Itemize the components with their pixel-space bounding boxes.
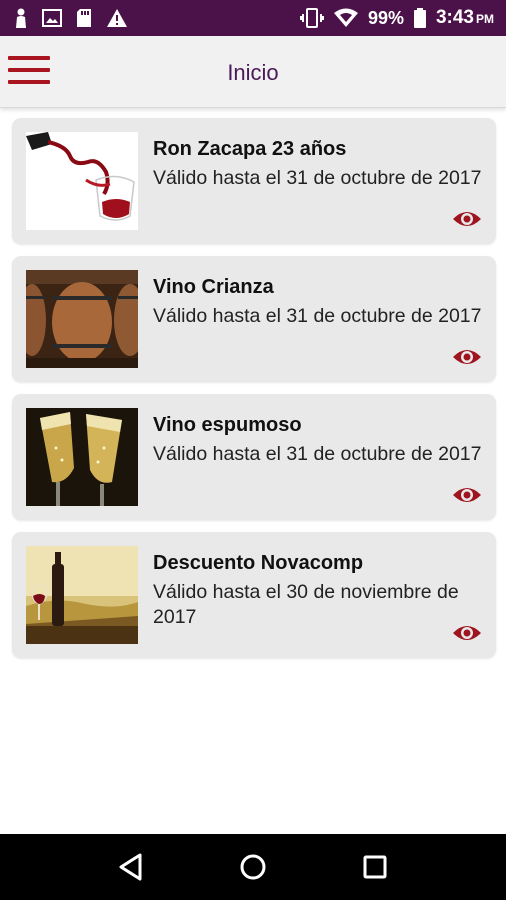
offer-thumbnail <box>26 408 138 506</box>
offer-card[interactable]: Vino Crianza Válido hasta el 31 de octub… <box>12 256 496 382</box>
app-bar: Inicio <box>0 36 506 108</box>
eye-icon[interactable] <box>452 622 482 644</box>
system-nav-bar <box>0 834 506 900</box>
notification-person-icon <box>14 8 28 28</box>
clock: 3:43 PM <box>435 7 494 28</box>
offer-card[interactable]: Vino espumoso Válido hasta el 31 de octu… <box>12 394 496 520</box>
offer-title: Descuento Novacomp <box>153 552 364 574</box>
offer-thumbnail <box>26 546 138 644</box>
offer-thumbnail <box>26 132 138 230</box>
offer-validity: Válido hasta el 31 de octubre de 2017 <box>153 167 482 189</box>
page-title: Inicio <box>227 60 279 85</box>
warning-icon <box>106 8 128 28</box>
battery-percent: 99% <box>367 7 404 28</box>
eye-icon[interactable] <box>452 346 482 368</box>
offer-thumbnail <box>26 270 138 368</box>
image-icon <box>42 9 62 27</box>
offer-validity: Válido hasta el 31 de octubre de 2017 <box>153 443 482 465</box>
offer-title: Vino espumoso <box>153 414 302 436</box>
status-right-icons: 99% 3:43 PM <box>299 7 494 29</box>
offer-list: Ron Zacapa 23 años Válido hasta el 31 de… <box>12 118 496 670</box>
offer-validity: Válido hasta el 31 de octubre de 2017 <box>153 305 482 327</box>
home-circle-icon[interactable] <box>233 847 273 887</box>
status-bar: 99% 3:43 PM <box>0 0 506 36</box>
offer-card[interactable]: Descuento Novacomp Válido hasta el 30 de… <box>12 532 496 658</box>
vibrate-icon <box>299 8 324 28</box>
eye-icon[interactable] <box>452 484 482 506</box>
offer-card[interactable]: Ron Zacapa 23 años Válido hasta el 31 de… <box>12 118 496 244</box>
offer-validity: Válido hasta el 30 de noviembre de 2017 <box>153 581 459 628</box>
sd-card-icon <box>76 8 92 28</box>
battery-icon <box>413 8 426 28</box>
back-triangle-icon[interactable] <box>111 847 151 887</box>
status-left-icons <box>14 8 128 28</box>
wifi-icon <box>333 8 358 28</box>
eye-icon[interactable] <box>452 208 482 230</box>
offer-title: Vino Crianza <box>153 276 274 298</box>
recents-square-icon[interactable] <box>355 847 395 887</box>
offer-title: Ron Zacapa 23 años <box>153 138 347 160</box>
